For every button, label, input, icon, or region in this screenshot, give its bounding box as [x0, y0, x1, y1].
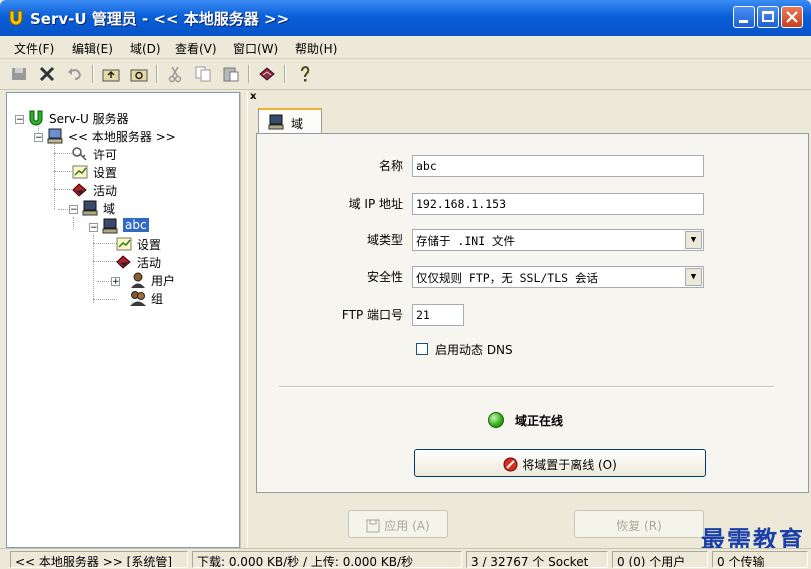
key-icon	[72, 147, 87, 161]
menu-view[interactable]: 查看(V)	[175, 40, 217, 57]
collapse-domains[interactable]: −	[69, 205, 78, 215]
offline-button-label: 将域置于离线 (O)	[522, 458, 617, 472]
tree-label: 活动	[137, 256, 162, 270]
status-transfers: 0 个传输	[712, 551, 808, 568]
settings-chart-icon	[72, 165, 88, 179]
power-off-icon	[503, 457, 518, 472]
maximize-button[interactable]	[757, 6, 779, 28]
folder-up-icon[interactable]	[102, 65, 120, 83]
tree-label: 域	[103, 202, 116, 216]
tree-label: Serv-U 服务器	[49, 112, 129, 126]
chevron-down-icon[interactable]: ▼	[685, 231, 702, 249]
collapse-root[interactable]: −	[15, 115, 24, 125]
collapse-domain-abc[interactable]: −	[89, 223, 98, 233]
group-icon	[130, 291, 146, 306]
save-icon[interactable]	[10, 65, 28, 83]
status-sockets: 3 / 32767 个 Socket	[466, 551, 608, 568]
close-button[interactable]	[781, 6, 803, 28]
servu-logo-icon	[9, 10, 23, 26]
security-label: 安全性	[366, 270, 403, 284]
minimize-button[interactable]	[733, 6, 755, 28]
tab-label: 域	[291, 117, 304, 131]
expand-users[interactable]: +	[111, 277, 120, 287]
collapse-server[interactable]: −	[34, 133, 43, 143]
restore-button[interactable]: 恢复 (R)	[574, 510, 704, 538]
folder-refresh-icon[interactable]	[130, 65, 148, 83]
title-bar: Serv-U 管理员 - << 本地服务器 >>	[0, 0, 811, 36]
security-select[interactable]: 仅仅规则 FTP，无 SSL/TLS 会话 ▼	[412, 266, 704, 288]
name-field[interactable]: abc	[412, 155, 704, 177]
tree-label: 活动	[93, 184, 118, 198]
menu-help[interactable]: 帮助(H)	[295, 40, 337, 57]
domain-icon	[268, 114, 284, 130]
dynamic-dns-checkbox[interactable]	[416, 343, 428, 355]
domain-type-label: 域类型	[366, 233, 403, 247]
computer-icon	[47, 128, 63, 144]
tree-label: << 本地服务器 >>	[68, 130, 176, 144]
ftp-port-field[interactable]: 21	[412, 304, 464, 326]
server-tree: − Serv-U 服务器 − << 本地服务器 >> 许可 设置 活动 − 域 …	[6, 92, 240, 548]
pane-splitter[interactable]	[240, 92, 248, 548]
save-icon	[366, 519, 380, 533]
copy-icon[interactable]	[194, 65, 212, 83]
delete-icon[interactable]	[38, 65, 56, 83]
tree-label: 设置	[93, 166, 118, 180]
maximize-icon	[762, 11, 774, 22]
ip-address-field[interactable]: 192.168.1.153	[412, 193, 704, 215]
status-users: 0 (0) 个用户	[612, 551, 708, 568]
close-icon	[786, 11, 798, 23]
domain-status-text: 域正在线	[515, 414, 564, 428]
tree-label: 用户	[151, 274, 176, 288]
window-title: Serv-U 管理员 - << 本地服务器 >>	[30, 10, 290, 28]
chevron-down-icon[interactable]: ▼	[685, 268, 702, 286]
domain-icon	[102, 218, 118, 234]
menu-bar: 文件(F) 编辑(E) 域(D) 查看(V) 窗口(W) 帮助(H)	[0, 36, 811, 59]
toolbar	[0, 59, 811, 90]
minimize-icon	[739, 20, 748, 23]
right-pane-close[interactable]: x	[250, 91, 256, 102]
menu-file[interactable]: 文件(F)	[14, 40, 54, 57]
domain-properties-pane: x 域 名称 abc 域 IP 地址 192.168.1.153 域类型 存储于…	[248, 91, 811, 548]
apply-button-label: 应用 (A)	[384, 519, 430, 533]
tree-label: 设置	[137, 238, 162, 252]
tab-domain[interactable]: 域	[258, 108, 322, 134]
apply-button[interactable]: 应用 (A)	[348, 510, 448, 538]
name-label: 名称	[378, 159, 403, 173]
menu-window[interactable]: 窗口(W)	[233, 40, 278, 57]
cut-icon[interactable]	[166, 65, 184, 83]
restore-button-label: 恢复 (R)	[616, 519, 662, 533]
undo-icon[interactable]	[66, 65, 84, 83]
book-icon[interactable]	[258, 65, 276, 83]
settings-chart-icon	[116, 237, 132, 251]
tree-label-selected: abc	[123, 218, 149, 232]
domain-type-value: 存储于 .INI 文件	[416, 234, 516, 248]
menu-edit[interactable]: 编辑(E)	[72, 40, 113, 57]
status-bar: << 本地服务器 >> [系统管] 下载: 0.000 KB/秒 / 上传: 0…	[0, 548, 811, 569]
user-icon	[131, 272, 145, 288]
take-domain-offline-button[interactable]: 将域置于离线 (O)	[414, 449, 706, 477]
activity-icon	[72, 183, 87, 197]
online-status-icon	[488, 412, 504, 428]
status-transfer-rate: 下载: 0.000 KB/秒 / 上传: 0.000 KB/秒	[192, 551, 462, 568]
tree-label: 组	[151, 292, 164, 306]
help-icon[interactable]	[296, 65, 314, 83]
domain-type-select[interactable]: 存储于 .INI 文件 ▼	[412, 229, 704, 251]
security-value: 仅仅规则 FTP，无 SSL/TLS 会话	[416, 271, 599, 285]
activity-icon	[116, 255, 131, 269]
ftp-port-label: FTP 端口号	[341, 308, 403, 322]
servu-logo-icon	[29, 110, 43, 126]
domain-tab-panel: 名称 abc 域 IP 地址 192.168.1.153 域类型 存储于 .IN…	[256, 133, 809, 493]
menu-domain[interactable]: 域(D)	[130, 40, 161, 57]
ip-address-label: 域 IP 地址	[348, 197, 403, 211]
domain-icon	[82, 200, 98, 216]
dynamic-dns-label: 启用动态 DNS	[435, 343, 513, 357]
status-server: << 本地服务器 >> [系统管]	[10, 551, 188, 568]
tree-label: 许可	[93, 148, 118, 162]
divider	[279, 386, 774, 388]
paste-icon[interactable]	[222, 65, 240, 83]
